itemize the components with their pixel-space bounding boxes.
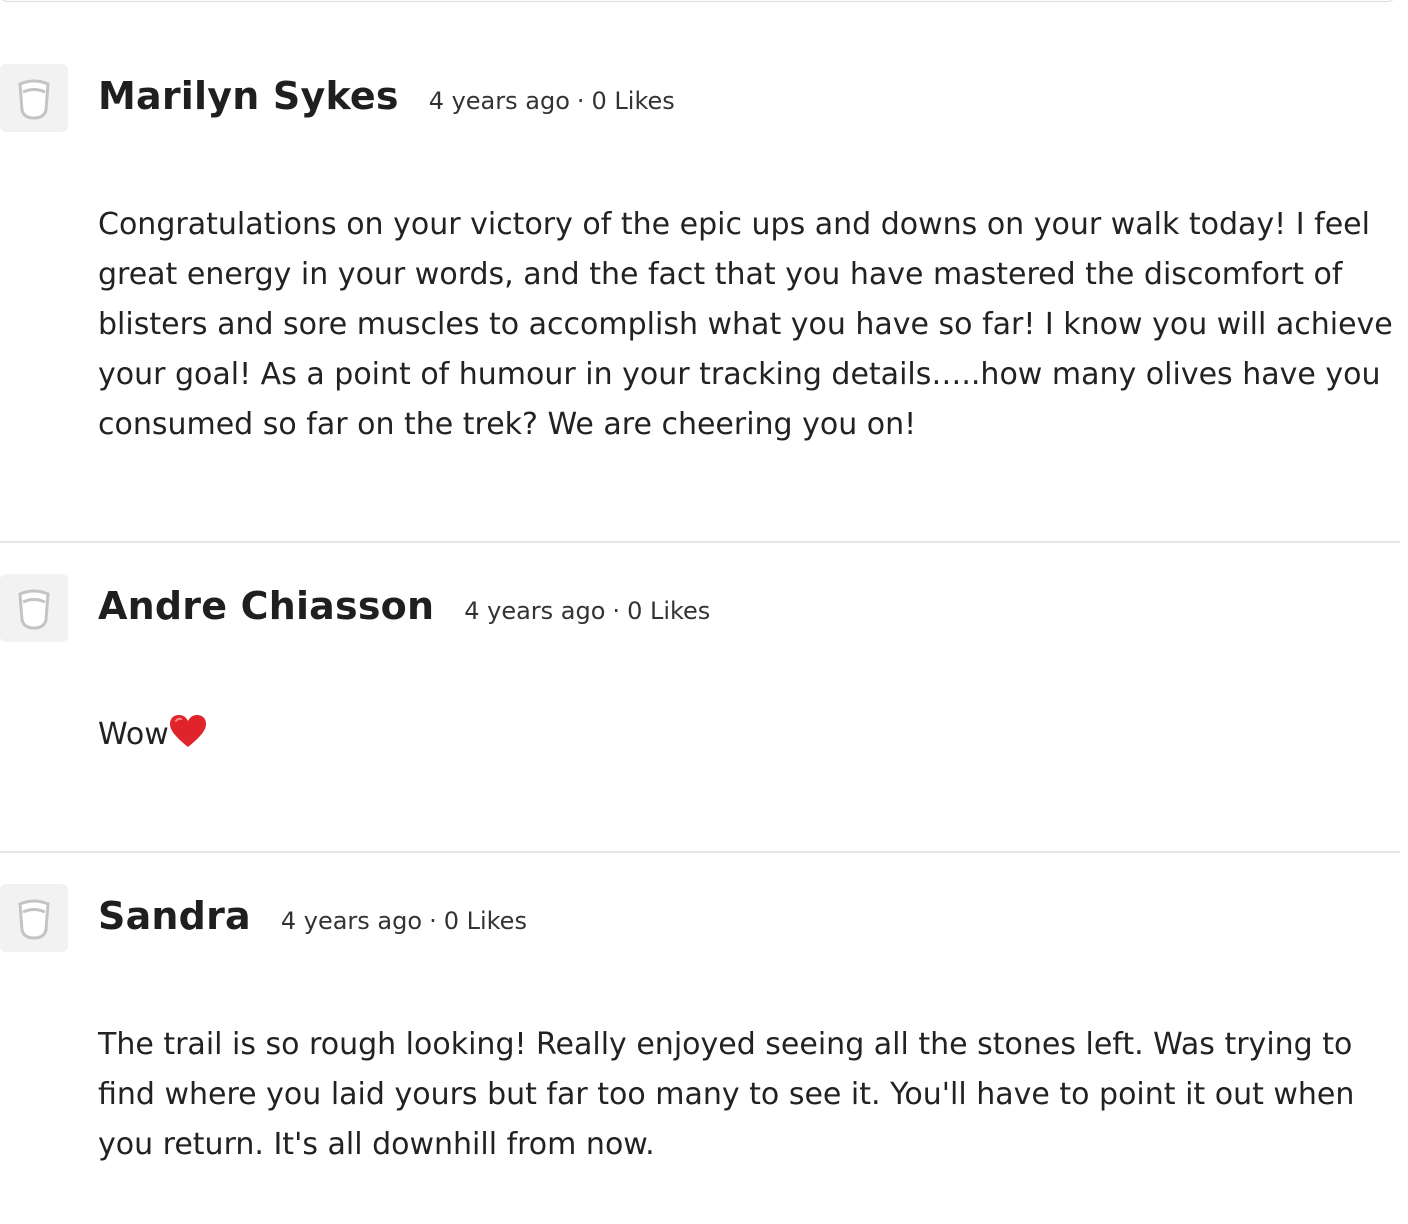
comment-header: Marilyn Sykes 4 years ago · 0 Likes <box>98 74 675 118</box>
comment-likes[interactable]: 0 Likes <box>627 597 710 625</box>
comment-divider <box>0 541 1400 543</box>
comment-meta: 4 years ago · 0 Likes <box>464 597 710 625</box>
comment-likes[interactable]: 0 Likes <box>444 907 527 935</box>
comment-author[interactable]: Sandra <box>98 894 251 938</box>
avatar[interactable] <box>0 574 68 642</box>
avatar[interactable] <box>0 884 68 952</box>
comment-likes[interactable]: 0 Likes <box>592 87 675 115</box>
avatar[interactable] <box>0 64 68 132</box>
meta-separator: · <box>576 87 585 115</box>
comment-divider <box>0 851 1400 853</box>
comment-time[interactable]: 4 years ago <box>464 597 605 625</box>
comment-body: Wow <box>98 710 1393 760</box>
comment-meta: 4 years ago · 0 Likes <box>281 907 527 935</box>
comment-author[interactable]: Marilyn Sykes <box>98 74 399 118</box>
comment-time[interactable]: 4 years ago <box>281 907 422 935</box>
comment-body: Congratulations on your victory of the e… <box>98 207 1393 442</box>
default-avatar-icon <box>18 79 50 120</box>
meta-separator: · <box>612 597 621 625</box>
comment-body: The trail is so rough looking! Really en… <box>98 1027 1355 1162</box>
default-avatar-icon <box>18 589 50 630</box>
comment-time[interactable]: 4 years ago <box>429 87 570 115</box>
comment-body-text: Wow <box>98 717 169 752</box>
comment-header: Sandra 4 years ago · 0 Likes <box>98 894 527 938</box>
default-avatar-icon <box>18 899 50 940</box>
previous-section-frame <box>0 0 1396 2</box>
comment-meta: 4 years ago · 0 Likes <box>429 87 675 115</box>
meta-separator: · <box>429 907 437 935</box>
heart-icon <box>169 714 207 748</box>
comment-header: Andre Chiasson 4 years ago · 0 Likes <box>98 584 710 628</box>
comment-author[interactable]: Andre Chiasson <box>98 584 434 628</box>
